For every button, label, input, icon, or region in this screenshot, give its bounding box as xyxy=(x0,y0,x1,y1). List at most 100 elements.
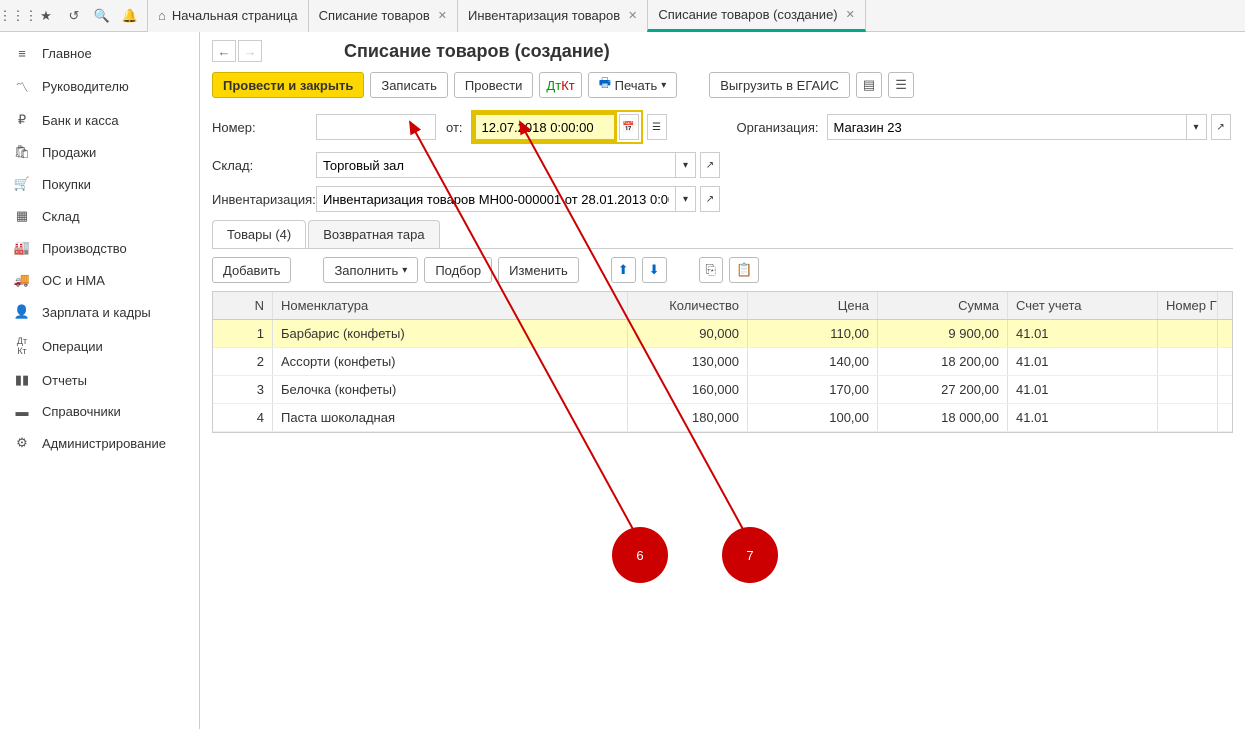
number-input[interactable] xyxy=(316,114,436,140)
tab-goods[interactable]: Товары (4) xyxy=(212,220,306,248)
sidebar-item-warehouse[interactable]: ▦Склад xyxy=(0,200,199,232)
cart-icon: 🛒 xyxy=(12,176,32,192)
date-box: 📅 xyxy=(471,110,643,144)
star-icon[interactable]: ★ xyxy=(32,2,60,30)
fill-button[interactable]: Заполнить▾ xyxy=(323,257,418,283)
col-n[interactable]: N xyxy=(213,292,273,319)
number-label: Номер: xyxy=(212,120,316,135)
bars-icon: ▮▮ xyxy=(12,372,32,388)
chart-icon: 〽 xyxy=(12,77,32,96)
sidebar-item-assets[interactable]: 🚚ОС и НМА xyxy=(0,264,199,296)
tab-label: Списание товаров xyxy=(319,8,430,23)
dtkt-icon: ДтКт xyxy=(12,336,32,356)
paste-button[interactable]: 📋 xyxy=(729,257,759,283)
dtkt-button[interactable]: ДтКт xyxy=(539,72,581,98)
books-icon: ▬ xyxy=(12,404,32,419)
sidebar-item-bank[interactable]: ₽ Банк и касса xyxy=(0,104,199,136)
sidebar-item-operations[interactable]: ДтКтОперации xyxy=(0,328,199,364)
sidebar-item-purchases[interactable]: 🛒 Покупки xyxy=(0,168,199,200)
pick-button[interactable]: Подбор xyxy=(424,257,492,283)
close-icon[interactable]: ✕ xyxy=(846,8,855,21)
sidebar-item-admin[interactable]: ⚙Администрирование xyxy=(0,427,199,459)
table-row[interactable]: 2 Ассорти (конфеты) 130,000 140,00 18 20… xyxy=(213,348,1232,376)
ruble-icon: ₽ xyxy=(12,112,32,128)
truck-icon: 🚚 xyxy=(12,272,32,288)
chevron-down-icon[interactable]: ▾ xyxy=(676,152,696,178)
sidebar-label: Склад xyxy=(42,209,80,224)
close-icon[interactable]: ✕ xyxy=(628,9,637,22)
bag-icon: 🛍 xyxy=(12,144,32,160)
col-gtd[interactable]: Номер Г xyxy=(1158,292,1218,319)
apps-icon[interactable]: ⋮⋮⋮ xyxy=(4,2,32,30)
sidebar-item-main[interactable]: ≡ Главное xyxy=(0,38,199,69)
sidebar-label: Банк и касса xyxy=(42,113,119,128)
annotation-6: 6 xyxy=(612,527,668,583)
sidebar-label: Покупки xyxy=(42,177,91,192)
sidebar-item-manager[interactable]: 〽Руководителю xyxy=(0,69,199,104)
table-row[interactable]: 4 Паста шоколадная 180,000 100,00 18 000… xyxy=(213,404,1232,432)
sidebar-item-references[interactable]: ▬ Справочники xyxy=(0,396,199,427)
warehouse-open-button[interactable]: ↗ xyxy=(700,152,720,178)
warehouse-input[interactable] xyxy=(316,152,676,178)
table-row[interactable]: 1 Барбарис (конфеты) 90,000 110,00 9 900… xyxy=(213,320,1232,348)
tab-home[interactable]: ⌂ Начальная страница xyxy=(147,0,309,32)
top-bar: ⋮⋮⋮ ★ ↺ 🔍 🔔 ⌂ Начальная страница Списани… xyxy=(0,0,1245,32)
sidebar-label: Отчеты xyxy=(42,373,87,388)
tab-inventory[interactable]: Инвентаризация товаров ✕ xyxy=(457,0,648,32)
save-button[interactable]: Записать xyxy=(370,72,448,98)
change-button[interactable]: Изменить xyxy=(498,257,579,283)
date-extra-button[interactable]: ☰ xyxy=(647,114,667,140)
factory-icon: 🏭 xyxy=(12,240,32,256)
printer-icon: 🖶 xyxy=(599,74,611,96)
warehouse-label: Склад: xyxy=(212,158,316,173)
tab-writeoff[interactable]: Списание товаров ✕ xyxy=(308,0,458,32)
home-icon: ⌂ xyxy=(158,8,166,23)
register-button[interactable]: ▤ xyxy=(856,72,882,98)
forward-button[interactable]: → xyxy=(238,40,262,62)
from-label: от: xyxy=(446,120,463,135)
post-button[interactable]: Провести xyxy=(454,72,534,98)
sidebar-item-production[interactable]: 🏭 Производство xyxy=(0,232,199,264)
date-input[interactable] xyxy=(475,114,615,140)
sidebar-label: Главное xyxy=(42,46,92,61)
chevron-down-icon[interactable]: ▾ xyxy=(676,186,696,212)
col-qty[interactable]: Количество xyxy=(628,292,748,319)
col-nom[interactable]: Номенклатура xyxy=(273,292,628,319)
add-button[interactable]: Добавить xyxy=(212,257,291,283)
bell-icon[interactable]: 🔔 xyxy=(116,2,144,30)
tab-writeoff-new[interactable]: Списание товаров (создание) ✕ xyxy=(647,0,865,32)
egais-button[interactable]: Выгрузить в ЕГАИС xyxy=(709,72,850,98)
copy-button[interactable]: ⎘ xyxy=(699,257,723,283)
tab-tare[interactable]: Возвратная тара xyxy=(308,220,439,248)
close-icon[interactable]: ✕ xyxy=(438,9,447,22)
sidebar-item-sales[interactable]: 🛍Продажи xyxy=(0,136,199,168)
list-button[interactable]: ☰ xyxy=(888,72,914,98)
post-close-button[interactable]: Провести и закрыть xyxy=(212,72,364,98)
sidebar: ≡Главное 〽Руководителю ₽Банк и касса 🛍Пр… xyxy=(0,32,200,729)
content: ← → Списание товаров (создание) Провести… xyxy=(200,32,1245,729)
tabs: ⌂ Начальная страница Списание товаров ✕ … xyxy=(148,0,866,32)
sidebar-item-reports[interactable]: ▮▮ Отчеты xyxy=(0,364,199,396)
col-acct[interactable]: Счет учета xyxy=(1008,292,1158,319)
tab-label: Начальная страница xyxy=(172,8,298,23)
sidebar-item-payroll[interactable]: 👤Зарплата и кадры xyxy=(0,296,199,328)
org-input[interactable] xyxy=(827,114,1187,140)
inventory-open-button[interactable]: ↗ xyxy=(700,186,720,212)
back-button[interactable]: ← xyxy=(212,40,236,62)
col-price[interactable]: Цена xyxy=(748,292,878,319)
move-up-button[interactable]: ⬆ xyxy=(611,257,636,283)
sidebar-label: Производство xyxy=(42,241,127,256)
history-icon[interactable]: ↺ xyxy=(60,2,88,30)
inventory-input[interactable] xyxy=(316,186,676,212)
menu-icon: ≡ xyxy=(12,46,32,61)
table-row[interactable]: 3 Белочка (конфеты) 160,000 170,00 27 20… xyxy=(213,376,1232,404)
org-open-button[interactable]: ↗ xyxy=(1211,114,1231,140)
sidebar-label: Справочники xyxy=(42,404,121,419)
chevron-down-icon[interactable]: ▾ xyxy=(1187,114,1207,140)
print-button[interactable]: 🖶 Печать▾ xyxy=(588,72,678,98)
calendar-icon[interactable]: 📅 xyxy=(619,114,639,140)
tab-label: Инвентаризация товаров xyxy=(468,8,620,23)
col-sum[interactable]: Сумма xyxy=(878,292,1008,319)
search-icon[interactable]: 🔍 xyxy=(88,2,116,30)
move-down-button[interactable]: ⬇ xyxy=(642,257,667,283)
